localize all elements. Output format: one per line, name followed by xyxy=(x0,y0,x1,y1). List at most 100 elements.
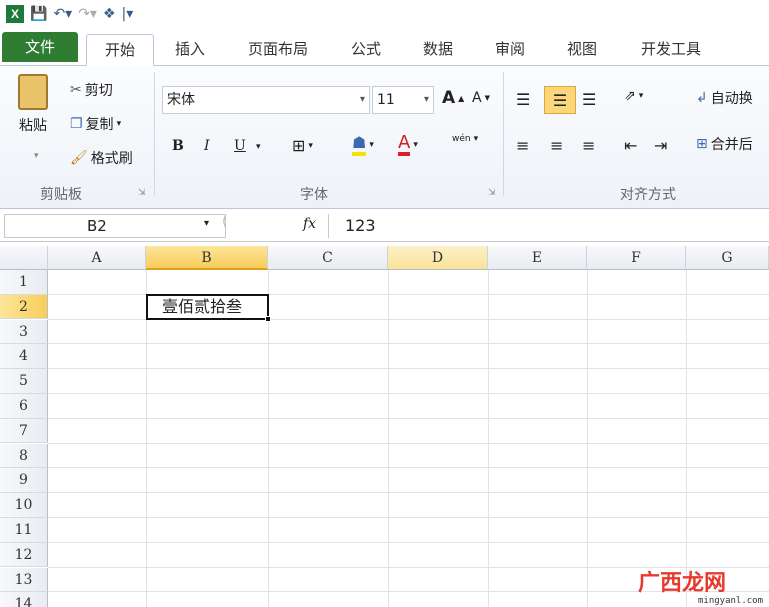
customize-icon[interactable]: ❖ xyxy=(103,6,116,22)
grid-line xyxy=(587,270,588,607)
tab-page-layout[interactable]: 页面布局 xyxy=(236,34,320,66)
grid-line xyxy=(48,343,769,345)
italic-button[interactable]: I xyxy=(204,138,210,154)
tab-insert[interactable]: 插入 xyxy=(160,34,220,66)
row-header[interactable]: 11 xyxy=(0,518,48,543)
row-header[interactable]: 6 xyxy=(0,394,48,419)
row-header[interactable]: 14 xyxy=(0,592,48,607)
orientation-button[interactable]: ⇗ ▾ xyxy=(624,88,643,104)
tab-file[interactable]: 文件 xyxy=(2,32,78,62)
align-center-button[interactable]: ≡ xyxy=(550,136,563,155)
merge-center-button[interactable]: ⊞ 合并后 xyxy=(696,134,753,154)
decrease-indent-button[interactable]: ⇤ xyxy=(624,136,637,155)
row-header[interactable]: 1 xyxy=(0,270,48,295)
column-header-e[interactable]: E xyxy=(488,246,587,270)
underline-button[interactable]: U xyxy=(234,138,246,154)
cut-label: 剪切 xyxy=(84,83,113,99)
undo-icon[interactable]: ↶▾ xyxy=(53,6,72,22)
row-header[interactable]: 7 xyxy=(0,418,48,444)
wrap-text-button[interactable]: ↲ 自动换 xyxy=(696,88,753,108)
font-name-value: 宋体 xyxy=(167,92,195,108)
increase-indent-button[interactable]: ⇥ xyxy=(654,136,667,155)
formula-input[interactable]: 123 xyxy=(328,214,769,238)
grid-line xyxy=(48,517,769,518)
insert-function-icon[interactable]: fx xyxy=(303,216,316,232)
chevron-down-icon[interactable]: ▾ xyxy=(204,218,209,229)
row-header[interactable]: 12 xyxy=(0,542,48,568)
decrease-indent-icon: ⇤ xyxy=(624,136,638,155)
row-header[interactable]: 4 xyxy=(0,344,48,369)
dialog-launcher-icon[interactable]: ⇲ xyxy=(138,188,146,198)
align-middle-icon: ☰ xyxy=(552,90,568,110)
align-right-icon: ≡ xyxy=(582,136,596,155)
tab-developer[interactable]: 开发工具 xyxy=(626,34,716,66)
copy-button[interactable]: ❐ 复制 ▾ xyxy=(70,114,121,134)
grid-line xyxy=(48,467,769,469)
wrap-text-icon: ↲ xyxy=(696,90,708,106)
paste-dropdown-icon[interactable]: ▾ xyxy=(34,151,39,161)
row-header[interactable]: 3 xyxy=(0,319,48,345)
ribbon-tabs: 文件 开始 插入 页面布局 公式 数据 审阅 视图 开发工具 xyxy=(0,28,769,66)
column-header-b[interactable]: B xyxy=(146,246,268,270)
grow-font-button[interactable]: A ▲ xyxy=(442,88,464,108)
tab-home[interactable]: 开始 xyxy=(86,34,154,66)
row-header[interactable]: 13 xyxy=(0,567,48,593)
watermark-url: mingyanl.com xyxy=(698,596,764,606)
column-header-f[interactable]: F xyxy=(587,246,686,270)
divider: ( xyxy=(222,214,228,230)
tab-data[interactable]: 数据 xyxy=(408,34,468,66)
increase-indent-icon: ⇥ xyxy=(654,136,668,155)
column-header-c[interactable]: C xyxy=(268,246,388,270)
font-name-select[interactable]: 宋体 ▾ xyxy=(162,86,370,114)
column-header-g[interactable]: G xyxy=(686,246,769,270)
align-center-icon: ≡ xyxy=(550,136,564,155)
redo-icon[interactable]: ↷▾ xyxy=(78,6,97,22)
ribbon: 粘贴 ▾ ✂ 剪切 ❐ 复制 ▾ 🖌 格式刷 剪贴板 ⇲ 宋体 ▾ 11 ▾ A… xyxy=(0,66,769,209)
shrink-font-button[interactable]: A ▼ xyxy=(472,90,490,106)
tab-view[interactable]: 视图 xyxy=(552,34,612,66)
shrink-font-icon: A xyxy=(472,90,482,106)
grow-font-icon: A xyxy=(442,88,456,108)
column-header-d[interactable]: D xyxy=(388,246,488,270)
format-painter-button[interactable]: 🖌 格式刷 xyxy=(70,148,133,168)
column-header-a[interactable]: A xyxy=(48,246,146,270)
row-header[interactable]: 9 xyxy=(0,468,48,493)
save-icon[interactable]: 💾 xyxy=(30,6,47,22)
tab-review[interactable]: 审阅 xyxy=(480,34,540,66)
font-color-button[interactable]: A ▾ xyxy=(398,134,418,156)
row-header[interactable]: 5 xyxy=(0,369,48,394)
grid-line xyxy=(146,270,147,607)
grid-line xyxy=(48,393,769,394)
align-left-icon: ≡ xyxy=(516,136,530,155)
align-bottom-button[interactable]: ☰ xyxy=(582,90,596,109)
align-right-button[interactable]: ≡ xyxy=(582,136,595,155)
row-header[interactable]: 2 xyxy=(0,294,48,320)
qat-menu-icon[interactable]: |▾ xyxy=(122,6,134,22)
bold-button[interactable]: B xyxy=(172,138,184,154)
chevron-down-icon: ▾ xyxy=(116,119,122,129)
font-size-select[interactable]: 11 ▾ xyxy=(372,86,434,114)
name-box[interactable]: B2 xyxy=(4,214,226,238)
chevron-down-icon[interactable]: ▾ xyxy=(256,142,261,152)
cut-button[interactable]: ✂ 剪切 xyxy=(70,80,113,100)
fill-handle[interactable] xyxy=(265,316,271,322)
excel-logo-icon[interactable]: X xyxy=(6,5,24,23)
tab-formulas[interactable]: 公式 xyxy=(336,34,396,66)
align-top-button[interactable]: ☰ xyxy=(516,90,530,109)
fill-color-button[interactable]: ☗ ▾ xyxy=(352,134,374,156)
phonetic-button[interactable]: wén ▾ xyxy=(452,134,478,144)
dialog-launcher-icon[interactable]: ⇲ xyxy=(488,188,496,198)
font-color-icon: A xyxy=(398,134,411,156)
font-group-label: 字体 xyxy=(300,187,328,203)
grid-line xyxy=(686,270,687,607)
align-left-button[interactable]: ≡ xyxy=(516,136,529,155)
merge-label: 合并后 xyxy=(710,137,753,153)
row-header[interactable]: 10 xyxy=(0,493,48,518)
row-header[interactable]: 8 xyxy=(0,443,48,469)
borders-button[interactable]: ⊞ ▾ xyxy=(292,136,313,155)
paste-button[interactable]: 粘贴 xyxy=(18,74,48,135)
active-cell-b2[interactable]: 壹佰贰拾叁 xyxy=(146,294,269,320)
borders-icon: ⊞ xyxy=(292,136,306,155)
select-all-corner[interactable] xyxy=(0,246,48,270)
align-middle-button[interactable]: ☰ xyxy=(544,86,576,114)
